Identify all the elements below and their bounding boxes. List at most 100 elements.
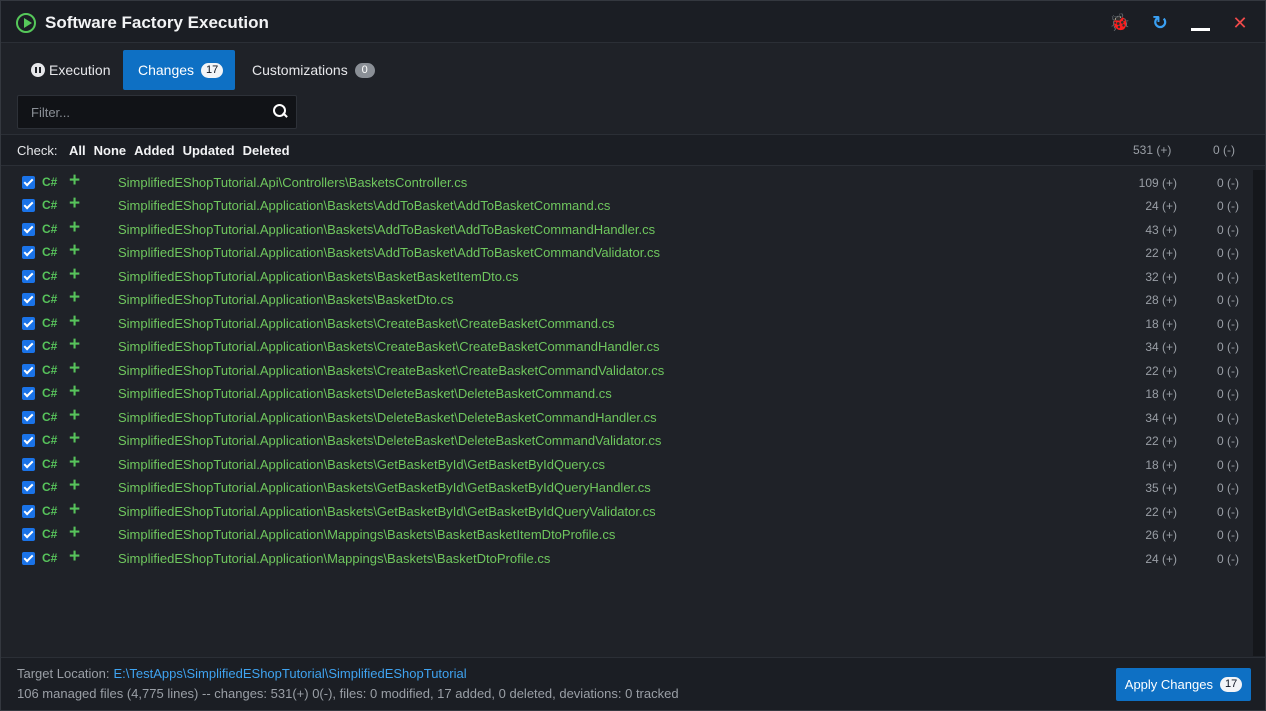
file-path[interactable]: SimplifiedEShopTutorial.Application\Mapp… <box>118 551 550 566</box>
checkbox-icon[interactable] <box>22 246 35 259</box>
tab-customizations[interactable]: Customizations 0 <box>241 50 381 90</box>
check-deleted-link[interactable]: Deleted <box>243 143 290 158</box>
checkbox-icon[interactable] <box>22 364 35 377</box>
target-location-path[interactable]: E:\TestApps\SimplifiedEShopTutorial\Simp… <box>114 666 467 681</box>
bug-icon[interactable]: 🐞 <box>1109 12 1131 34</box>
lines-deleted: 0 (-) <box>1217 458 1239 472</box>
lines-added: 24 (+) <box>1145 199 1177 213</box>
plus-icon: + <box>69 287 81 308</box>
minimize-icon[interactable] <box>1189 12 1211 34</box>
file-row[interactable]: C# + SimplifiedEShopTutorial.Application… <box>1 429 1253 452</box>
software-factory-window: Software Factory Execution 🐞 ↻ ✕ Executi… <box>0 0 1266 711</box>
csharp-file-icon: C# <box>42 527 58 541</box>
file-row[interactable]: C# + SimplifiedEShopTutorial.Application… <box>1 523 1253 546</box>
target-location: Target Location: E:\TestApps\SimplifiedES… <box>17 666 467 681</box>
file-path[interactable]: SimplifiedEShopTutorial.Application\Bask… <box>118 292 454 307</box>
app-play-icon <box>16 13 36 33</box>
filter-box <box>17 95 297 129</box>
lines-added: 28 (+) <box>1145 293 1177 307</box>
file-path[interactable]: SimplifiedEShopTutorial.Application\Bask… <box>118 269 519 284</box>
file-path[interactable]: SimplifiedEShopTutorial.Application\Bask… <box>118 480 651 495</box>
file-row[interactable]: C# + SimplifiedEShopTutorial.Application… <box>1 312 1253 335</box>
checkbox-icon[interactable] <box>22 293 35 306</box>
file-row[interactable]: C# + SimplifiedEShopTutorial.Application… <box>1 241 1253 264</box>
close-icon[interactable]: ✕ <box>1229 12 1251 34</box>
tab-customizations-label: Customizations <box>252 62 348 78</box>
apply-changes-button[interactable]: Apply Changes 17 <box>1116 668 1251 701</box>
file-path[interactable]: SimplifiedEShopTutorial.Application\Bask… <box>118 198 610 213</box>
file-path[interactable]: SimplifiedEShopTutorial.Application\Bask… <box>118 410 657 425</box>
csharp-file-icon: C# <box>42 386 58 400</box>
check-all-link[interactable]: All <box>69 143 86 158</box>
file-path[interactable]: SimplifiedEShopTutorial.Application\Bask… <box>118 222 655 237</box>
file-row[interactable]: C# + SimplifiedEShopTutorial.Application… <box>1 547 1253 570</box>
checkbox-icon[interactable] <box>22 411 35 424</box>
file-path[interactable]: SimplifiedEShopTutorial.Application\Bask… <box>118 504 656 519</box>
tab-changes[interactable]: Changes 17 <box>123 50 235 90</box>
checkbox-icon[interactable] <box>22 434 35 447</box>
checkbox-icon[interactable] <box>22 340 35 353</box>
check-updated-link[interactable]: Updated <box>183 143 235 158</box>
filter-input[interactable] <box>18 96 268 128</box>
title-bar: Software Factory Execution 🐞 ↻ ✕ <box>1 1 1265 43</box>
apply-changes-label: Apply Changes <box>1124 677 1213 692</box>
checkbox-icon[interactable] <box>22 505 35 518</box>
csharp-file-icon: C# <box>42 433 58 447</box>
file-row[interactable]: C# + SimplifiedEShopTutorial.Application… <box>1 265 1253 288</box>
file-row[interactable]: C# + SimplifiedEShopTutorial.Api\Control… <box>1 171 1253 194</box>
plus-icon: + <box>69 170 81 191</box>
file-row[interactable]: C# + SimplifiedEShopTutorial.Application… <box>1 218 1253 241</box>
checkbox-icon[interactable] <box>22 481 35 494</box>
file-row[interactable]: C# + SimplifiedEShopTutorial.Application… <box>1 500 1253 523</box>
check-bar: Check: All None Added Updated Deleted 53… <box>1 134 1265 166</box>
checkbox-icon[interactable] <box>22 387 35 400</box>
file-row[interactable]: C# + SimplifiedEShopTutorial.Application… <box>1 335 1253 358</box>
list-scrollbar[interactable] <box>1253 170 1265 656</box>
checkbox-icon[interactable] <box>22 176 35 189</box>
checkbox-icon[interactable] <box>22 270 35 283</box>
file-row[interactable]: C# + SimplifiedEShopTutorial.Application… <box>1 288 1253 311</box>
file-path[interactable]: SimplifiedEShopTutorial.Application\Bask… <box>118 386 612 401</box>
pause-icon <box>31 63 45 77</box>
plus-icon: + <box>69 334 81 355</box>
file-row[interactable]: C# + SimplifiedEShopTutorial.Application… <box>1 359 1253 382</box>
file-row[interactable]: C# + SimplifiedEShopTutorial.Application… <box>1 382 1253 405</box>
file-path[interactable]: SimplifiedEShopTutorial.Application\Mapp… <box>118 527 615 542</box>
file-path[interactable]: SimplifiedEShopTutorial.Application\Bask… <box>118 339 659 354</box>
plus-icon: + <box>69 522 81 543</box>
file-path[interactable]: SimplifiedEShopTutorial.Application\Bask… <box>118 433 661 448</box>
file-row[interactable]: C# + SimplifiedEShopTutorial.Application… <box>1 406 1253 429</box>
file-row[interactable]: C# + SimplifiedEShopTutorial.Application… <box>1 453 1253 476</box>
checkbox-icon[interactable] <box>22 199 35 212</box>
checkbox-icon[interactable] <box>22 552 35 565</box>
lines-added: 34 (+) <box>1145 411 1177 425</box>
plus-icon: + <box>69 428 81 449</box>
csharp-file-icon: C# <box>42 339 58 353</box>
lines-added: 109 (+) <box>1138 176 1177 190</box>
check-added-link[interactable]: Added <box>134 143 174 158</box>
lines-added: 34 (+) <box>1145 340 1177 354</box>
file-row[interactable]: C# + SimplifiedEShopTutorial.Application… <box>1 194 1253 217</box>
total-added: 531 (+) <box>1133 143 1172 157</box>
checkbox-icon[interactable] <box>22 458 35 471</box>
checkbox-icon[interactable] <box>22 528 35 541</box>
lines-deleted: 0 (-) <box>1217 223 1239 237</box>
file-row[interactable]: C# + SimplifiedEShopTutorial.Application… <box>1 476 1253 499</box>
file-path[interactable]: SimplifiedEShopTutorial.Application\Bask… <box>118 245 660 260</box>
lines-deleted: 0 (-) <box>1217 199 1239 213</box>
checkbox-icon[interactable] <box>22 317 35 330</box>
file-path[interactable]: SimplifiedEShopTutorial.Application\Bask… <box>118 457 605 472</box>
search-icon[interactable] <box>273 104 287 118</box>
file-path[interactable]: SimplifiedEShopTutorial.Application\Bask… <box>118 363 664 378</box>
lines-deleted: 0 (-) <box>1217 434 1239 448</box>
checkbox-icon[interactable] <box>22 223 35 236</box>
csharp-file-icon: C# <box>42 175 58 189</box>
plus-icon: + <box>69 311 81 332</box>
refresh-icon[interactable]: ↻ <box>1149 12 1171 34</box>
plus-icon: + <box>69 475 81 496</box>
tab-execution[interactable]: Execution <box>21 50 121 90</box>
check-none-link[interactable]: None <box>94 143 127 158</box>
lines-deleted: 0 (-) <box>1217 364 1239 378</box>
file-path[interactable]: SimplifiedEShopTutorial.Api\Controllers\… <box>118 175 467 190</box>
file-path[interactable]: SimplifiedEShopTutorial.Application\Bask… <box>118 316 615 331</box>
